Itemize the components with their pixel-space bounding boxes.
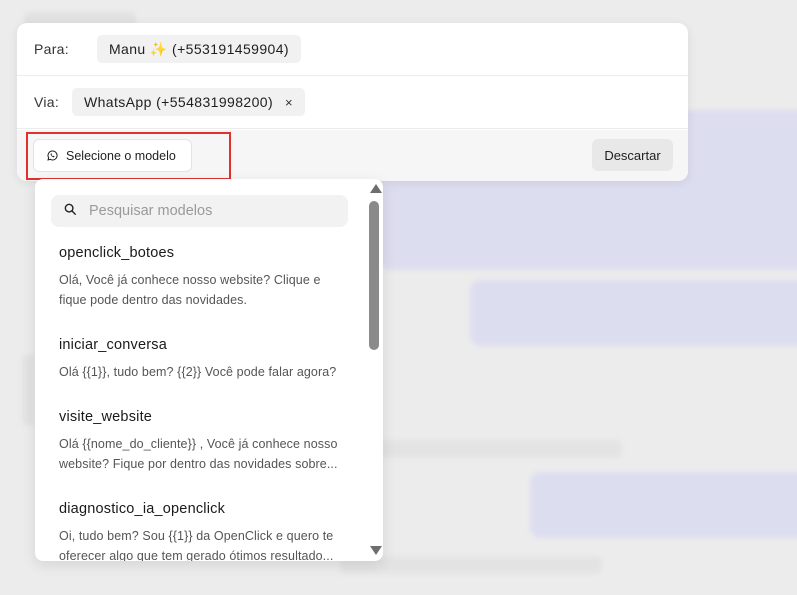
template-dropdown: openclick_botoes Olá, Você já conhece no… [35,179,383,561]
compose-actions: Selecione o modelo Descartar [17,130,688,181]
channel-value: WhatsApp (+554831998200) [84,94,274,110]
close-icon[interactable]: × [285,95,293,110]
search-icon [63,202,77,221]
template-item[interactable]: iniciar_conversa Olá {{1}}, tudo bem? {{… [59,337,349,382]
background-message-bubble [470,280,797,346]
template-name: diagnostico_ia_openclick [59,501,226,517]
channel-row: Via: WhatsApp (+554831998200) × [17,76,688,129]
recipient-chip[interactable]: Manu ✨ (+553191459904) [97,35,301,63]
template-name: iniciar_conversa [59,337,167,353]
select-template-label: Selecione o modelo [66,148,176,163]
scroll-up-arrow-icon[interactable] [370,184,382,193]
template-description: Oi, tudo bem? Sou {{1}} da OpenClick e q… [59,526,349,561]
background-message-bubble [530,472,797,538]
recipient-value: Manu ✨ (+553191459904) [109,40,289,57]
discard-button[interactable]: Descartar [592,139,673,171]
template-description-line: oferecer algo que tem gerado ótimos resu… [59,549,334,561]
select-template-button[interactable]: Selecione o modelo [33,139,192,172]
recipient-row: Para: Manu ✨ (+553191459904) [17,23,688,76]
template-item[interactable]: visite_website Olá {{nome_do_cliente}} ,… [59,409,349,474]
template-name: visite_website [59,409,153,425]
channel-label: Via: [34,94,60,110]
scrollbar[interactable] [366,179,383,561]
search-input[interactable] [89,203,329,219]
template-description: Olá {{nome_do_cliente}} , Você já conhec… [59,434,349,474]
template-name: openclick_botoes [59,245,175,261]
whatsapp-icon [47,150,58,161]
template-item[interactable]: openclick_botoes Olá, Você já conhece no… [59,245,349,310]
template-description-line: website? Fique por dentro das novidades … [59,457,338,471]
template-description: Olá, Você já conhece nosso website? Cliq… [59,273,321,307]
template-search [51,195,348,227]
compose-panel: Para: Manu ✨ (+553191459904) Via: WhatsA… [17,23,688,181]
template-description: Olá {{1}}, tudo bem? {{2}} Você pode fal… [59,365,337,379]
template-description-line: Olá {{nome_do_cliente}} , Você já conhec… [59,437,338,451]
background-system-note [360,440,622,458]
scrollbar-thumb[interactable] [369,201,379,350]
scroll-down-arrow-icon[interactable] [370,546,382,555]
background-panel-edge [22,355,36,425]
template-item[interactable]: diagnostico_ia_openclick Oi, tudo bem? S… [59,501,349,561]
recipient-label: Para: [34,41,69,57]
template-description-line: Oi, tudo bem? Sou {{1}} da OpenClick e q… [59,529,334,543]
channel-chip[interactable]: WhatsApp (+554831998200) × [72,88,306,116]
